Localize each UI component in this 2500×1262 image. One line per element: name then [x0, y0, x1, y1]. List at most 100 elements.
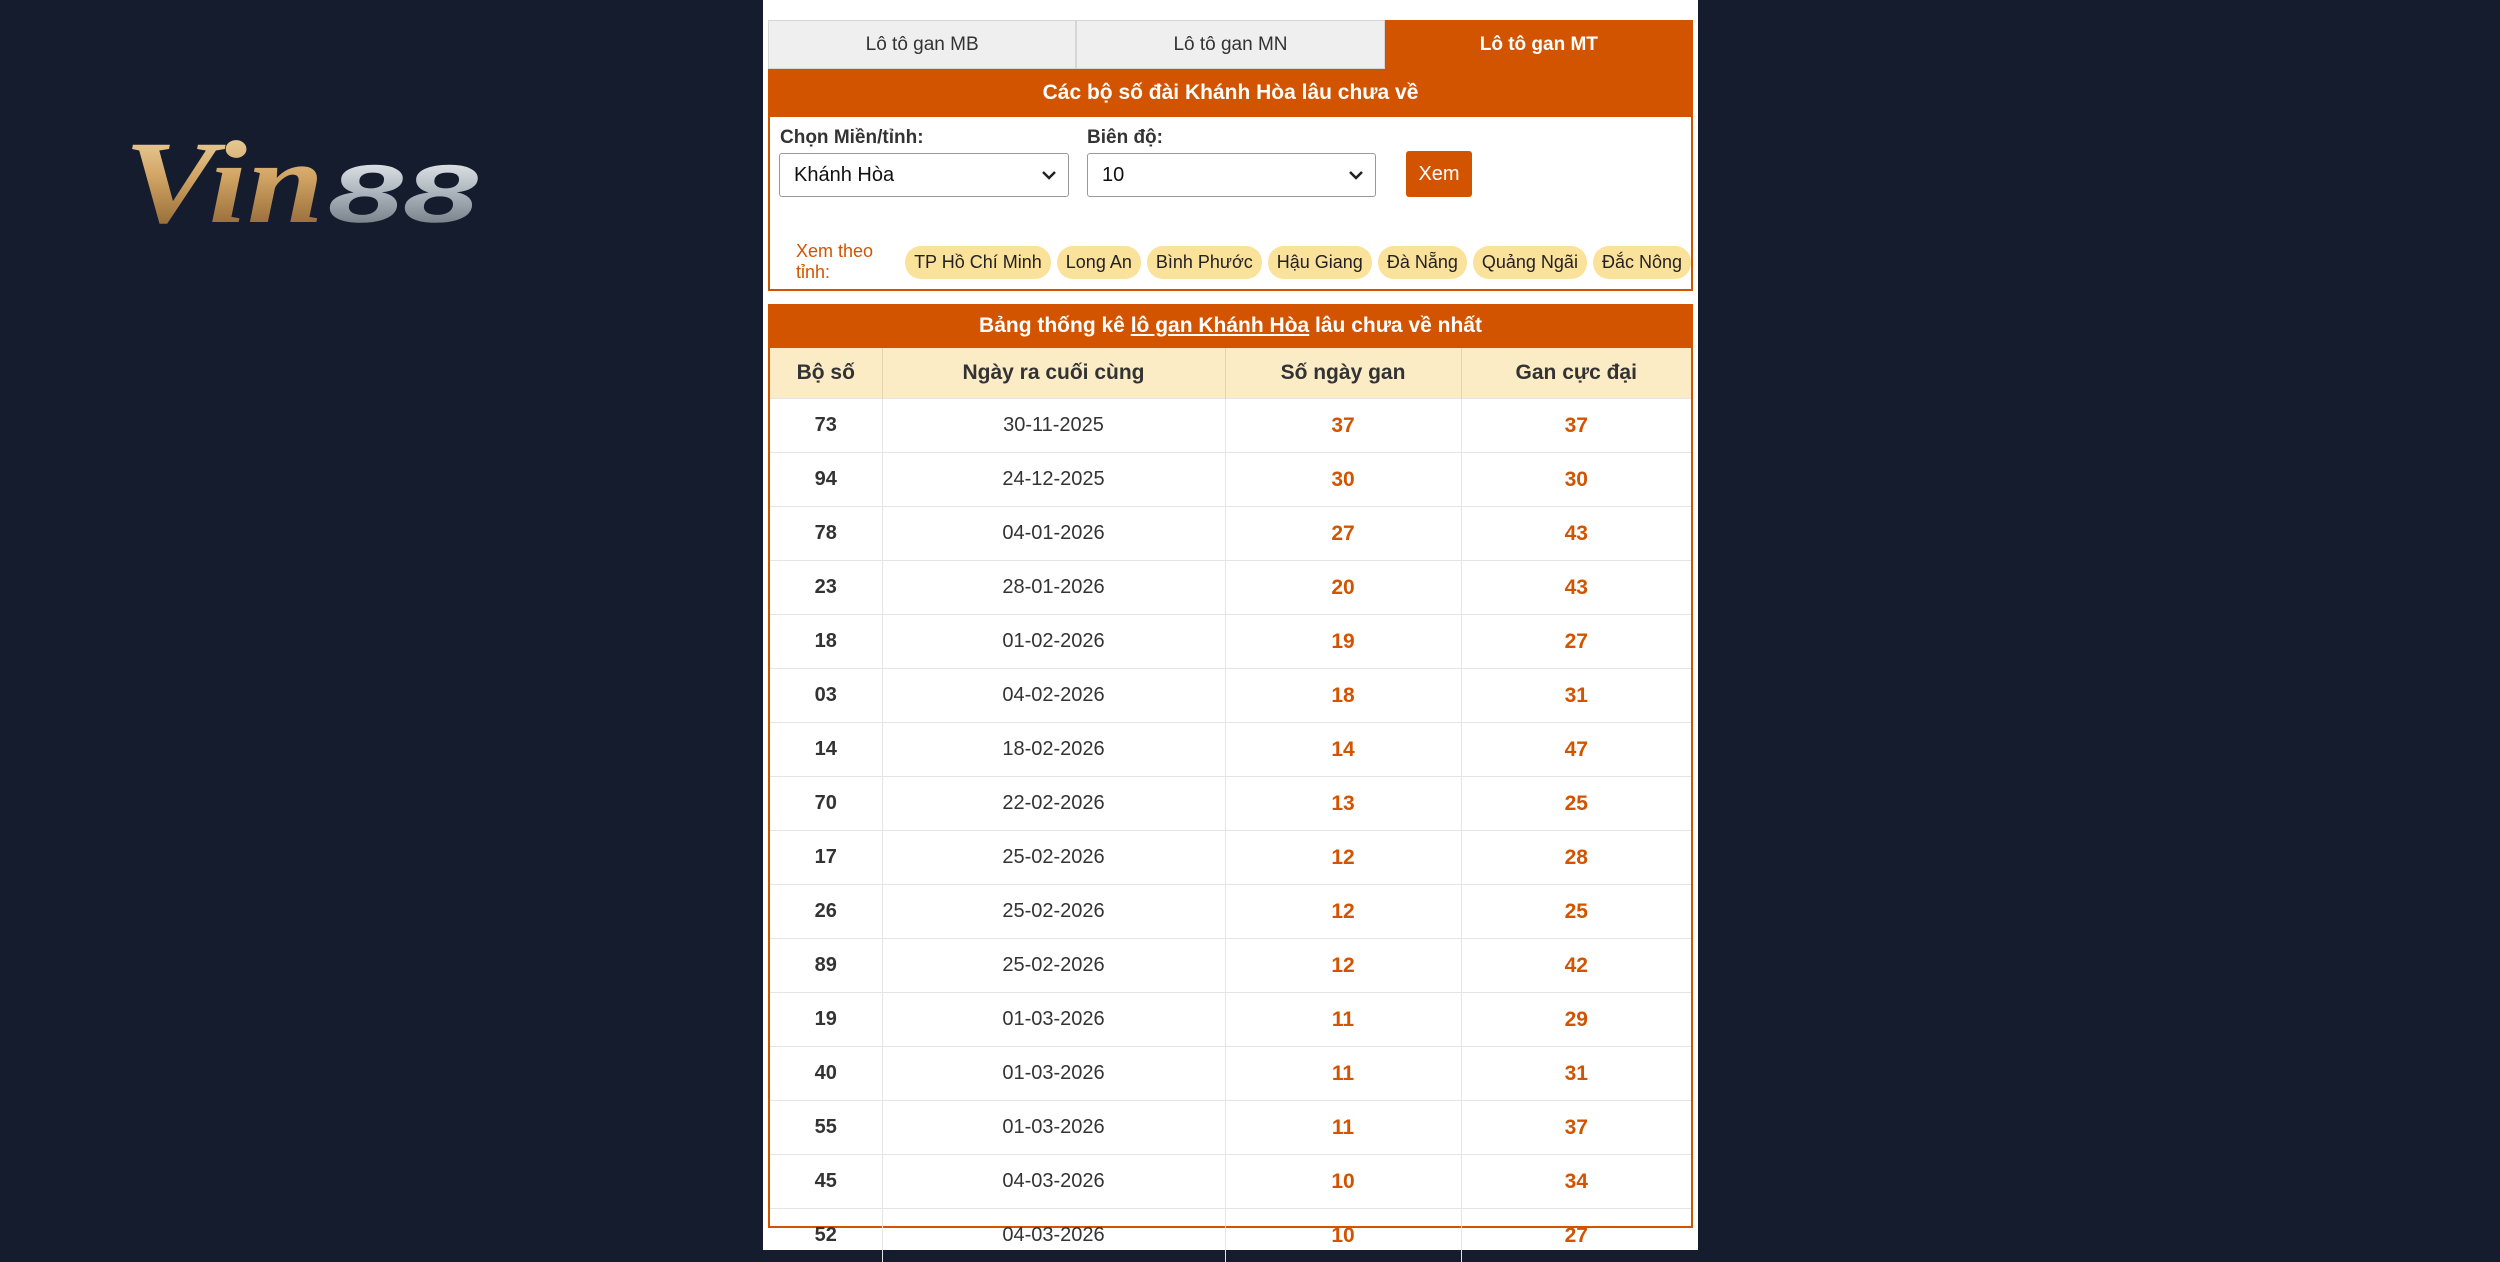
cell-bo-so: 73	[770, 399, 882, 453]
chevron-down-icon	[1040, 166, 1058, 184]
cell-gan-cuc-dai: 47	[1461, 723, 1691, 777]
filter-box: Các bộ số đài Khánh Hòa lâu chưa về Chọn…	[768, 69, 1693, 291]
cell-bo-so: 23	[770, 561, 882, 615]
cell-so-ngay-gan: 13	[1225, 777, 1461, 831]
table-row: 5204-03-20261027	[770, 1209, 1691, 1262]
cell-so-ngay-gan: 12	[1225, 885, 1461, 939]
stats-title: Bảng thống kê lô gan Khánh Hòa lâu chưa …	[770, 304, 1691, 348]
cell-bo-so: 94	[770, 453, 882, 507]
cell-so-ngay-gan: 14	[1225, 723, 1461, 777]
cell-gan-cuc-dai: 42	[1461, 939, 1691, 993]
table-row: 7022-02-20261325	[770, 777, 1691, 831]
province-filter: Xem theo tỉnh: TP Hồ Chí Minh Long An Bì…	[796, 241, 1691, 283]
region-select-value: Khánh Hòa	[794, 164, 894, 187]
table-row: 2625-02-20261225	[770, 885, 1691, 939]
province-chip[interactable]: Quảng Ngãi	[1473, 246, 1587, 279]
province-filter-label: Xem theo tỉnh:	[796, 241, 898, 283]
cell-gan-cuc-dai: 34	[1461, 1155, 1691, 1209]
cell-ngay-ra: 01-02-2026	[882, 615, 1225, 669]
stats-title-link[interactable]: lô gan Khánh Hòa	[1131, 314, 1310, 338]
table-row: 4504-03-20261034	[770, 1155, 1691, 1209]
stats-title-suffix: lâu chưa về nhất	[1309, 314, 1482, 338]
cell-ngay-ra: 18-02-2026	[882, 723, 1225, 777]
cell-ngay-ra: 04-03-2026	[882, 1155, 1225, 1209]
province-chip[interactable]: Bình Phước	[1147, 246, 1262, 279]
chevron-down-icon	[1347, 166, 1365, 184]
cell-gan-cuc-dai: 25	[1461, 777, 1691, 831]
range-select[interactable]: 10	[1087, 153, 1376, 197]
cell-so-ngay-gan: 20	[1225, 561, 1461, 615]
tab-lo-gan-mn[interactable]: Lô tô gan MN	[1076, 20, 1384, 69]
cell-ngay-ra: 30-11-2025	[882, 399, 1225, 453]
table-row: 1725-02-20261228	[770, 831, 1691, 885]
cell-gan-cuc-dai: 28	[1461, 831, 1691, 885]
cell-bo-so: 78	[770, 507, 882, 561]
lottery-panel: Lô tô gan MB Lô tô gan MN Lô tô gan MT C…	[763, 0, 1698, 1250]
cell-so-ngay-gan: 10	[1225, 1209, 1461, 1262]
logo-text-vin: Vin	[124, 118, 324, 238]
stats-box: Bảng thống kê lô gan Khánh Hòa lâu chưa …	[768, 304, 1693, 1228]
stats-table: Bộ số Ngày ra cuối cùng Số ngày gan Gan …	[770, 348, 1691, 1262]
tab-lo-gan-mt[interactable]: Lô tô gan MT	[1385, 20, 1693, 69]
cell-gan-cuc-dai: 30	[1461, 453, 1691, 507]
province-chip[interactable]: Long An	[1057, 246, 1141, 279]
cell-so-ngay-gan: 27	[1225, 507, 1461, 561]
cell-ngay-ra: 22-02-2026	[882, 777, 1225, 831]
cell-gan-cuc-dai: 27	[1461, 1209, 1691, 1262]
cell-so-ngay-gan: 30	[1225, 453, 1461, 507]
cell-ngay-ra: 25-02-2026	[882, 885, 1225, 939]
table-row: 0304-02-20261831	[770, 669, 1691, 723]
cell-bo-so: 18	[770, 615, 882, 669]
col-header-so-ngay-gan: Số ngày gan	[1225, 348, 1461, 399]
table-row: 4001-03-20261131	[770, 1047, 1691, 1101]
view-button[interactable]: Xem	[1406, 151, 1472, 197]
cell-bo-so: 45	[770, 1155, 882, 1209]
tab-lo-gan-mb[interactable]: Lô tô gan MB	[768, 20, 1076, 69]
region-tabs: Lô tô gan MB Lô tô gan MN Lô tô gan MT	[768, 20, 1693, 69]
vin88-logo: Vin 88	[120, 118, 490, 238]
range-select-value: 10	[1102, 164, 1124, 187]
cell-gan-cuc-dai: 37	[1461, 1101, 1691, 1155]
table-row: 1801-02-20261927	[770, 615, 1691, 669]
table-row: 7804-01-20262743	[770, 507, 1691, 561]
province-chip[interactable]: Đà Nẵng	[1378, 246, 1467, 279]
cell-so-ngay-gan: 12	[1225, 939, 1461, 993]
table-header-row: Bộ số Ngày ra cuối cùng Số ngày gan Gan …	[770, 348, 1691, 399]
cell-gan-cuc-dai: 27	[1461, 615, 1691, 669]
cell-so-ngay-gan: 10	[1225, 1155, 1461, 1209]
cell-bo-so: 17	[770, 831, 882, 885]
cell-bo-so: 19	[770, 993, 882, 1047]
province-chip[interactable]: Đắc Nông	[1593, 246, 1691, 279]
cell-so-ngay-gan: 12	[1225, 831, 1461, 885]
cell-ngay-ra: 01-03-2026	[882, 1101, 1225, 1155]
col-header-bo-so: Bộ số	[770, 348, 882, 399]
province-chip[interactable]: TP Hồ Chí Minh	[905, 246, 1051, 279]
cell-ngay-ra: 01-03-2026	[882, 993, 1225, 1047]
cell-ngay-ra: 01-03-2026	[882, 1047, 1225, 1101]
cell-gan-cuc-dai: 25	[1461, 885, 1691, 939]
province-chip[interactable]: Hậu Giang	[1268, 246, 1372, 279]
cell-so-ngay-gan: 11	[1225, 1101, 1461, 1155]
table-row: 8925-02-20261242	[770, 939, 1691, 993]
cell-bo-so: 55	[770, 1101, 882, 1155]
cell-gan-cuc-dai: 43	[1461, 561, 1691, 615]
table-body: 7330-11-202537379424-12-202530307804-01-…	[770, 399, 1691, 1262]
cell-ngay-ra: 25-02-2026	[882, 831, 1225, 885]
filter-box-title: Các bộ số đài Khánh Hòa lâu chưa về	[770, 69, 1691, 117]
cell-so-ngay-gan: 11	[1225, 1047, 1461, 1101]
cell-so-ngay-gan: 19	[1225, 615, 1461, 669]
table-row: 9424-12-20253030	[770, 453, 1691, 507]
logo-text-88: 88	[328, 149, 479, 238]
table-row: 5501-03-20261137	[770, 1101, 1691, 1155]
cell-ngay-ra: 04-01-2026	[882, 507, 1225, 561]
cell-bo-so: 52	[770, 1209, 882, 1262]
region-select[interactable]: Khánh Hòa	[779, 153, 1069, 197]
cell-bo-so: 26	[770, 885, 882, 939]
col-header-gan-cuc-dai: Gan cực đại	[1461, 348, 1691, 399]
cell-ngay-ra: 28-01-2026	[882, 561, 1225, 615]
cell-bo-so: 40	[770, 1047, 882, 1101]
cell-bo-so: 89	[770, 939, 882, 993]
stats-title-prefix: Bảng thống kê	[979, 314, 1131, 338]
col-header-ngay-ra: Ngày ra cuối cùng	[882, 348, 1225, 399]
cell-bo-so: 03	[770, 669, 882, 723]
